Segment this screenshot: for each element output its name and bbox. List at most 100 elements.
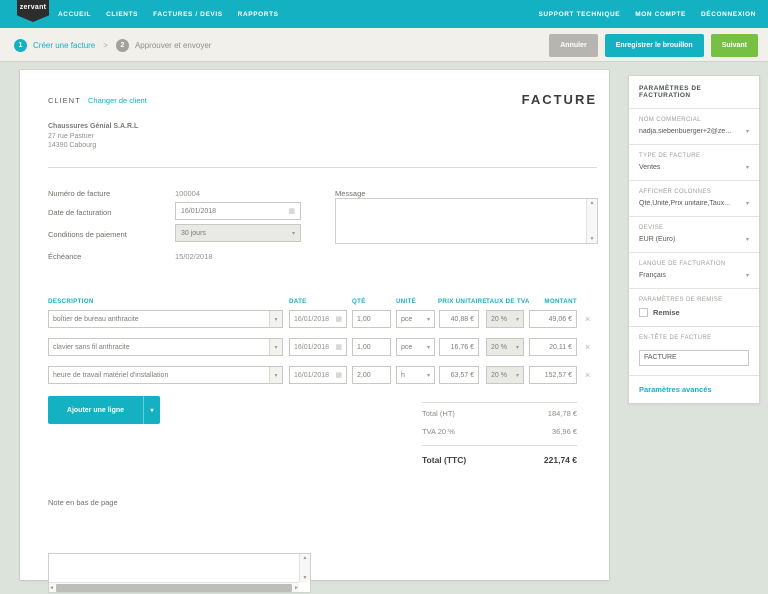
line-description-select[interactable]: heure de travail matériel d'installation… bbox=[48, 366, 283, 384]
change-client-link[interactable]: Changer de client bbox=[88, 96, 147, 105]
setting-devise: DEVISE EUR (Euro) ▾ bbox=[629, 217, 759, 253]
invoice-form-card: CLIENT Changer de client FACTURE Chaussu… bbox=[20, 70, 609, 580]
line-date-input[interactable]: 16/01/2018 ▦ bbox=[289, 366, 347, 384]
line-unit-price-input[interactable]: 63,57 € bbox=[439, 366, 479, 384]
remove-line-icon[interactable]: × bbox=[585, 342, 590, 352]
step-2-label: Approuver et envoyer bbox=[135, 41, 212, 50]
save-draft-button[interactable]: Enregistrer le brouillon bbox=[605, 34, 704, 57]
invoice-line-row: heure de travail matériel d'installation… bbox=[48, 366, 598, 384]
message-scrollbar[interactable]: ▲ ▼ bbox=[586, 199, 597, 243]
scroll-left-icon[interactable]: ◄ bbox=[49, 585, 54, 591]
line-amount-input[interactable]: 49,06 € bbox=[529, 310, 577, 328]
nav-support-technique[interactable]: SUPPORT TECHNIQUE bbox=[539, 11, 621, 18]
line-vat-select[interactable]: 20 % ▾ bbox=[486, 310, 524, 328]
remise-checkbox[interactable] bbox=[639, 308, 648, 317]
chevron-down-icon[interactable]: ▾ bbox=[269, 339, 282, 355]
nav-accueil[interactable]: ACCUEIL bbox=[58, 11, 91, 18]
message-label: Message bbox=[335, 189, 365, 198]
nav-clients[interactable]: CLIENTS bbox=[106, 11, 138, 18]
breadcrumb-separator: > bbox=[103, 41, 108, 50]
line-description-select[interactable]: boîtier de bureau anthracite ▾ bbox=[48, 310, 283, 328]
chevron-down-icon[interactable]: ▾ bbox=[269, 367, 282, 383]
invoice-date-label: Date de facturation bbox=[48, 208, 111, 217]
payment-terms-label: Conditions de paiement bbox=[48, 230, 127, 239]
type-facture-select[interactable]: Ventes ▾ bbox=[639, 164, 749, 171]
calendar-icon[interactable]: ▦ bbox=[335, 315, 342, 323]
scroll-down-icon[interactable]: ▼ bbox=[590, 236, 595, 242]
line-unit-select[interactable]: h ▾ bbox=[396, 366, 435, 384]
total-ht-label: Total (HT) bbox=[422, 409, 455, 418]
chevron-down-icon: ▾ bbox=[746, 272, 749, 279]
invoice-number-value: 100004 bbox=[175, 189, 200, 198]
remove-line-icon[interactable]: × bbox=[585, 314, 590, 324]
scroll-up-icon[interactable]: ▲ bbox=[303, 555, 308, 561]
devise-select[interactable]: EUR (Euro) ▾ bbox=[639, 236, 749, 243]
calendar-icon[interactable]: ▦ bbox=[335, 371, 342, 379]
due-date-label: Échéance bbox=[48, 252, 81, 261]
chevron-down-icon[interactable]: ▾ bbox=[143, 396, 160, 424]
footer-note-hscrollbar[interactable]: ◄ ► bbox=[49, 582, 299, 592]
footer-note-vscrollbar[interactable]: ▲ ▼ bbox=[299, 554, 310, 582]
langue-select[interactable]: Français ▾ bbox=[639, 272, 749, 279]
calendar-icon[interactable]: ▦ bbox=[288, 207, 295, 215]
chevron-down-icon: ▾ bbox=[516, 316, 519, 323]
line-qty-input[interactable]: 1,00 bbox=[352, 338, 391, 356]
col-amount-header: MONTANT bbox=[544, 298, 577, 305]
payment-terms-value: 30 jours bbox=[181, 230, 206, 237]
line-unit-price-input[interactable]: 16,76 € bbox=[439, 338, 479, 356]
scroll-right-icon[interactable]: ► bbox=[294, 585, 299, 591]
add-line-button[interactable]: Ajouter une ligne ▾ bbox=[48, 396, 160, 424]
message-textarea[interactable]: ▲ ▼ bbox=[335, 198, 598, 244]
main-menu: ACCUEIL CLIENTS FACTURES / DEVIS RAPPORT… bbox=[58, 0, 279, 28]
hscroll-thumb[interactable] bbox=[56, 584, 292, 592]
nav-mon-compte[interactable]: MON COMPTE bbox=[635, 11, 686, 18]
client-name: Chaussures Génial S.A.R.L bbox=[48, 122, 138, 132]
line-date-input[interactable]: 16/01/2018 ▦ bbox=[289, 310, 347, 328]
line-qty-input[interactable]: 1,00 bbox=[352, 310, 391, 328]
line-unit-select[interactable]: pce ▾ bbox=[396, 310, 435, 328]
line-amount-input[interactable]: 152,57 € bbox=[529, 366, 577, 384]
top-actions: Annuler Enregistrer le brouillon Suivant bbox=[549, 28, 758, 62]
client-address-line2: 14390 Cabourg bbox=[48, 141, 138, 151]
invoice-settings-panel: PARAMÈTRES DE FACTURATION NOM COMMERCIAL… bbox=[628, 75, 760, 404]
footer-note-textarea[interactable]: ▲ ▼ ◄ ► bbox=[48, 553, 311, 593]
next-button[interactable]: Suivant bbox=[711, 34, 758, 57]
cancel-button[interactable]: Annuler bbox=[549, 34, 597, 57]
line-vat-select[interactable]: 20 % ▾ bbox=[486, 338, 524, 356]
tva-label: TVA 20 % bbox=[422, 427, 455, 436]
invoice-date-input[interactable]: 16/01/2018 ▦ bbox=[175, 202, 301, 220]
line-unit-price-input[interactable]: 40,88 € bbox=[439, 310, 479, 328]
step-1-label[interactable]: Créer une facture bbox=[33, 41, 95, 50]
invoice-totals: Total (HT) 184,78 € TVA 20 % 36,96 € Tot… bbox=[422, 402, 577, 465]
step-1-badge: 1 bbox=[14, 39, 27, 52]
setting-type-facture: TYPE DE FACTURE Ventes ▾ bbox=[629, 145, 759, 181]
advanced-settings-link[interactable]: Paramètres avancés bbox=[639, 385, 712, 394]
payment-terms-select[interactable]: 30 jours ▾ bbox=[175, 224, 301, 242]
nom-commercial-select[interactable]: nadja.siebenbuerger+2@ze... ▾ bbox=[639, 128, 749, 135]
nav-rapports[interactable]: RAPPORTS bbox=[238, 11, 279, 18]
afficher-colonnes-select[interactable]: Qté,Unité,Prix unitaire,Taux... ▾ bbox=[639, 200, 749, 207]
line-vat-select[interactable]: 20 % ▾ bbox=[486, 366, 524, 384]
line-unit-select[interactable]: pce ▾ bbox=[396, 338, 435, 356]
line-qty-input[interactable]: 2,00 bbox=[352, 366, 391, 384]
setting-remise: PARAMÈTRES DE REMISE Remise bbox=[629, 289, 759, 327]
calendar-icon[interactable]: ▦ bbox=[335, 343, 342, 351]
remove-line-icon[interactable]: × bbox=[585, 370, 590, 380]
chevron-down-icon: ▾ bbox=[516, 344, 519, 351]
line-description-select[interactable]: clavier sans fil anthracite ▾ bbox=[48, 338, 283, 356]
invoice-number-label: Numéro de facture bbox=[48, 189, 110, 198]
tva-value: 36,96 € bbox=[552, 427, 577, 436]
scroll-down-icon[interactable]: ▼ bbox=[303, 575, 308, 581]
chevron-down-icon: ▾ bbox=[427, 316, 430, 323]
step-2-badge: 2 bbox=[116, 39, 129, 52]
remise-checkbox-label: Remise bbox=[653, 308, 680, 317]
chevron-down-icon: ▾ bbox=[746, 164, 749, 171]
nav-deconnexion[interactable]: DÉCONNEXION bbox=[701, 11, 756, 18]
chevron-down-icon[interactable]: ▾ bbox=[269, 311, 282, 327]
nav-factures-devis[interactable]: FACTURES / DEVIS bbox=[153, 11, 223, 18]
entete-facture-input[interactable] bbox=[639, 350, 749, 366]
scroll-up-icon[interactable]: ▲ bbox=[590, 200, 595, 206]
total-ttc-value: 221,74 € bbox=[544, 455, 577, 465]
line-amount-input[interactable]: 20,11 € bbox=[529, 338, 577, 356]
line-date-input[interactable]: 16/01/2018 ▦ bbox=[289, 338, 347, 356]
